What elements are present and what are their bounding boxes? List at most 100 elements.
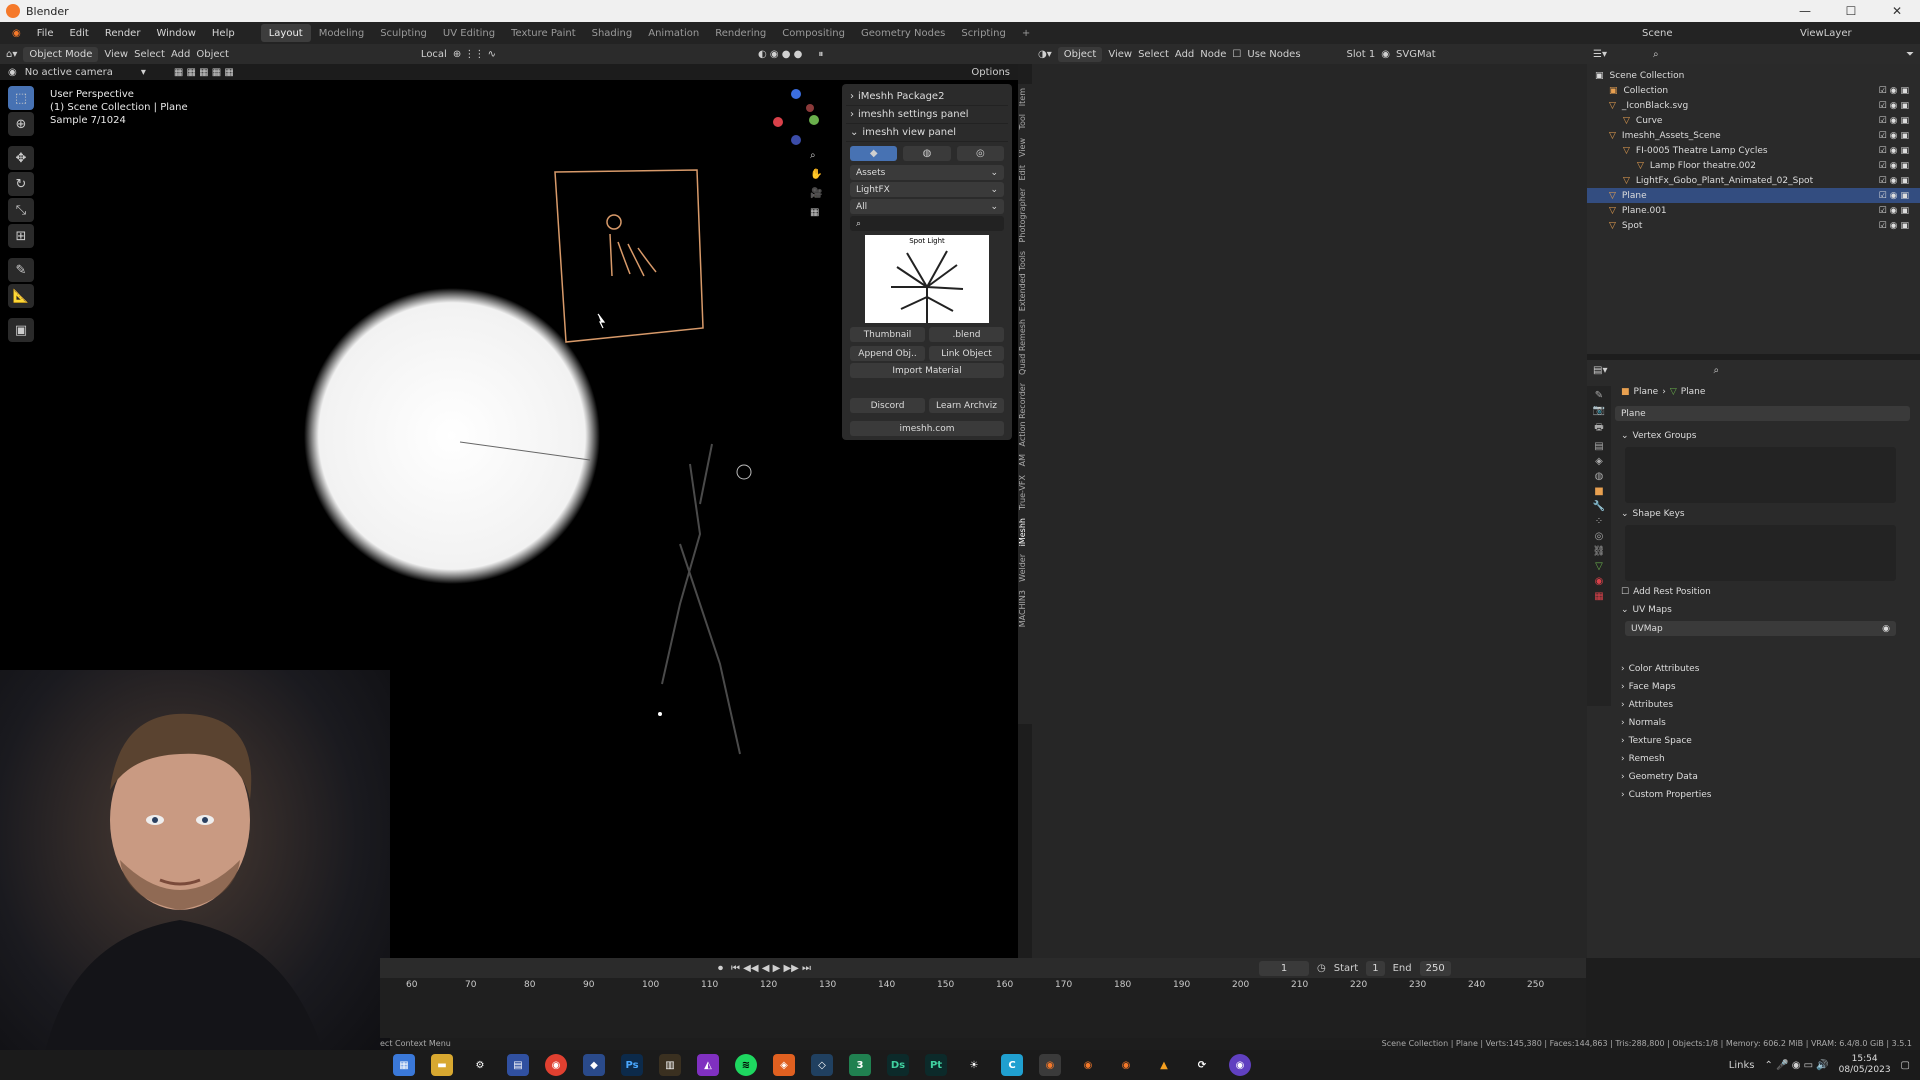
uvmap-item[interactable]: UVMap ◉ [1625, 621, 1896, 636]
tab-view[interactable]: View [1018, 134, 1027, 161]
tab-geometry-nodes[interactable]: Geometry Nodes [853, 24, 953, 42]
scene-tab-icon[interactable]: ◈ [1595, 456, 1603, 467]
tab-shading[interactable]: Shading [584, 24, 641, 42]
shader-type-selector[interactable]: Object [1057, 46, 1103, 62]
menu-help[interactable]: Help [204, 22, 243, 44]
visibility-icon[interactable]: ☑◉▣ [1879, 101, 1912, 111]
minimize-button[interactable]: — [1782, 0, 1828, 22]
collapsed-section[interactable]: › Attributes [1615, 696, 1920, 714]
hdri-icon[interactable]: ◎ [956, 146, 1004, 161]
models-icon[interactable]: ◆ [850, 146, 898, 161]
visibility-icon[interactable]: ☑◉▣ [1879, 221, 1912, 231]
blender2-taskbar-icon[interactable]: ◉ [1077, 1054, 1099, 1076]
render-tab-icon[interactable]: 📷 [1593, 405, 1605, 416]
editor-type-icon[interactable]: ⌂▾ [6, 49, 17, 60]
shader-view-menu[interactable]: View [1108, 49, 1132, 60]
shader-node-menu[interactable]: Node [1200, 49, 1226, 60]
messenger-icon[interactable]: ◉ [1229, 1054, 1251, 1076]
visibility-icon[interactable]: ☑◉▣ [1879, 206, 1912, 216]
outliner-row[interactable]: ▽ Plane ☑◉▣ [1587, 188, 1920, 203]
output-tab-icon[interactable]: 🖶 [1594, 420, 1603, 437]
asset-thumbnail[interactable]: Spot Light [865, 235, 989, 323]
data-tab-icon[interactable]: ▽ [1595, 561, 1603, 572]
tab-machin3[interactable]: MACHIN3 [1018, 586, 1027, 631]
record-icon[interactable]: ⏺ [718, 963, 723, 974]
tab-photographer[interactable]: Photographer [1018, 184, 1027, 246]
world-tab-icon[interactable]: ◍ [1595, 471, 1604, 482]
zoom-icon[interactable]: ⌕ [810, 150, 822, 161]
physics-tab-icon[interactable]: ◎ [1595, 531, 1604, 542]
app3-icon[interactable]: 3 [849, 1054, 871, 1076]
timeline[interactable]: ⏺ ⏮ ◀◀ ◀ ▶ ▶▶ ⏭ 1 ◷ Start 1 End 250 60 70… [380, 958, 1586, 1038]
use-nodes-checkbox[interactable]: ☐ [1232, 49, 1241, 60]
start-frame-field[interactable]: 1 [1366, 960, 1385, 976]
current-frame-field[interactable]: 1 [1259, 960, 1310, 976]
collapsed-section[interactable]: › Normals [1615, 714, 1920, 732]
tab-sculpting[interactable]: Sculpting [372, 24, 435, 42]
shader-select-menu[interactable]: Select [1138, 49, 1169, 60]
tab-rendering[interactable]: Rendering [707, 24, 774, 42]
scale-tool-icon[interactable]: ⤡ [8, 198, 34, 222]
tab-modeling[interactable]: Modeling [311, 24, 373, 42]
visibility-icon[interactable]: ☑◉▣ [1879, 191, 1912, 201]
sketchup-icon[interactable]: ◇ [811, 1054, 833, 1076]
vertex-groups-list[interactable] [1625, 447, 1896, 503]
thumbnail-button[interactable]: Thumbnail [850, 327, 925, 342]
tab-tool[interactable]: Tool [1018, 110, 1027, 134]
substance-painter-icon[interactable]: Pt [925, 1054, 947, 1076]
select-menu[interactable]: Select [134, 49, 165, 60]
asset-search-input[interactable]: ⌕ [850, 216, 1004, 231]
tab-item[interactable]: Item [1018, 84, 1027, 110]
add-cube-tool-icon[interactable]: ▣ [8, 318, 34, 342]
blender-menu-icon[interactable]: ◉ [4, 22, 29, 44]
snap-icon[interactable]: ⊕ ⋮⋮ ∿ [453, 49, 496, 60]
visibility-icon[interactable]: ☑◉▣ [1879, 176, 1912, 186]
mesh-datablock-field[interactable]: Plane [1615, 406, 1910, 421]
substance-designer-icon[interactable]: Ds [887, 1054, 909, 1076]
tab-imeshh[interactable]: iMeshh [1018, 514, 1027, 550]
system-tray-icons[interactable]: ⌃ 🎤 ◉ ▭ 🔊 [1765, 1060, 1829, 1071]
outliner-row[interactable]: ▽ Curve ☑◉▣ [1587, 113, 1920, 128]
measure-tool-icon[interactable]: 📐 [8, 284, 34, 308]
mode-selector[interactable]: Object Mode [23, 46, 99, 62]
app2-icon[interactable]: ▥ [659, 1054, 681, 1076]
imeshh-website-button[interactable]: imeshh.com [850, 421, 1004, 436]
texture-tab-icon[interactable]: ▦ [1594, 591, 1603, 602]
grid-view-icon[interactable]: ▦ [810, 207, 822, 218]
explorer-icon[interactable]: ▦ [393, 1054, 415, 1076]
add-rest-position-row[interactable]: ☐ Add Rest Position [1615, 583, 1920, 601]
transform-orientation[interactable]: Local [421, 49, 447, 60]
uv-maps-section[interactable]: ⌄ UV Maps [1615, 601, 1920, 619]
camera-icon[interactable]: ◉ [1882, 624, 1890, 634]
cursor-tool-icon[interactable]: ⊕ [8, 112, 34, 136]
folder-icon[interactable]: ▬ [431, 1054, 453, 1076]
collapsed-section[interactable]: › Geometry Data [1615, 768, 1920, 786]
photoshop-icon[interactable]: Ps [621, 1054, 643, 1076]
panel-view[interactable]: ⌄ imeshh view panel [846, 124, 1008, 142]
playback-controls-icon[interactable]: ⏮ ◀◀ ◀ ▶ ▶▶ ⏭ [731, 963, 811, 974]
filter-dropdown[interactable]: All ⌄ [850, 199, 1004, 214]
constraints-tab-icon[interactable]: ⛓ [1593, 546, 1606, 557]
shape-keys-list[interactable] [1625, 525, 1896, 581]
outliner-row[interactable]: ▽ _IconBlack.svg ☑◉▣ [1587, 98, 1920, 113]
maximize-button[interactable]: ☐ [1828, 0, 1874, 22]
shader-editor[interactable]: ◑▾ Object View Select Add Node ☐ Use Nod… [1032, 44, 1587, 958]
tab-edit[interactable]: Edit [1018, 161, 1027, 185]
blender3-taskbar-icon[interactable]: ◉ [1115, 1054, 1137, 1076]
camera-view-icon[interactable]: 🎥 [810, 188, 822, 199]
pan-hand-icon[interactable]: ✋ [810, 169, 822, 180]
import-material-button[interactable]: Import Material [850, 363, 1004, 378]
blend-button[interactable]: .blend [929, 327, 1004, 342]
move-tool-icon[interactable]: ✥ [8, 146, 34, 170]
outliner-type-icon[interactable]: ☰▾ [1593, 49, 1607, 60]
outliner-search-icon[interactable]: ⌕ [1653, 49, 1659, 60]
particles-tab-icon[interactable]: ⁘ [1595, 516, 1603, 527]
tab-true-vfx[interactable]: True-VFX [1018, 471, 1027, 514]
pause-render-icon[interactable]: ⏸ [818, 49, 823, 60]
tab-compositing[interactable]: Compositing [774, 24, 853, 42]
tab-welder[interactable]: Welder [1018, 550, 1027, 586]
object-tab-icon[interactable]: ■ [1594, 486, 1603, 497]
tab-am[interactable]: AM [1018, 450, 1027, 470]
chrome-icon[interactable]: ◉ [545, 1054, 567, 1076]
affinity-icon[interactable]: ◭ [697, 1054, 719, 1076]
